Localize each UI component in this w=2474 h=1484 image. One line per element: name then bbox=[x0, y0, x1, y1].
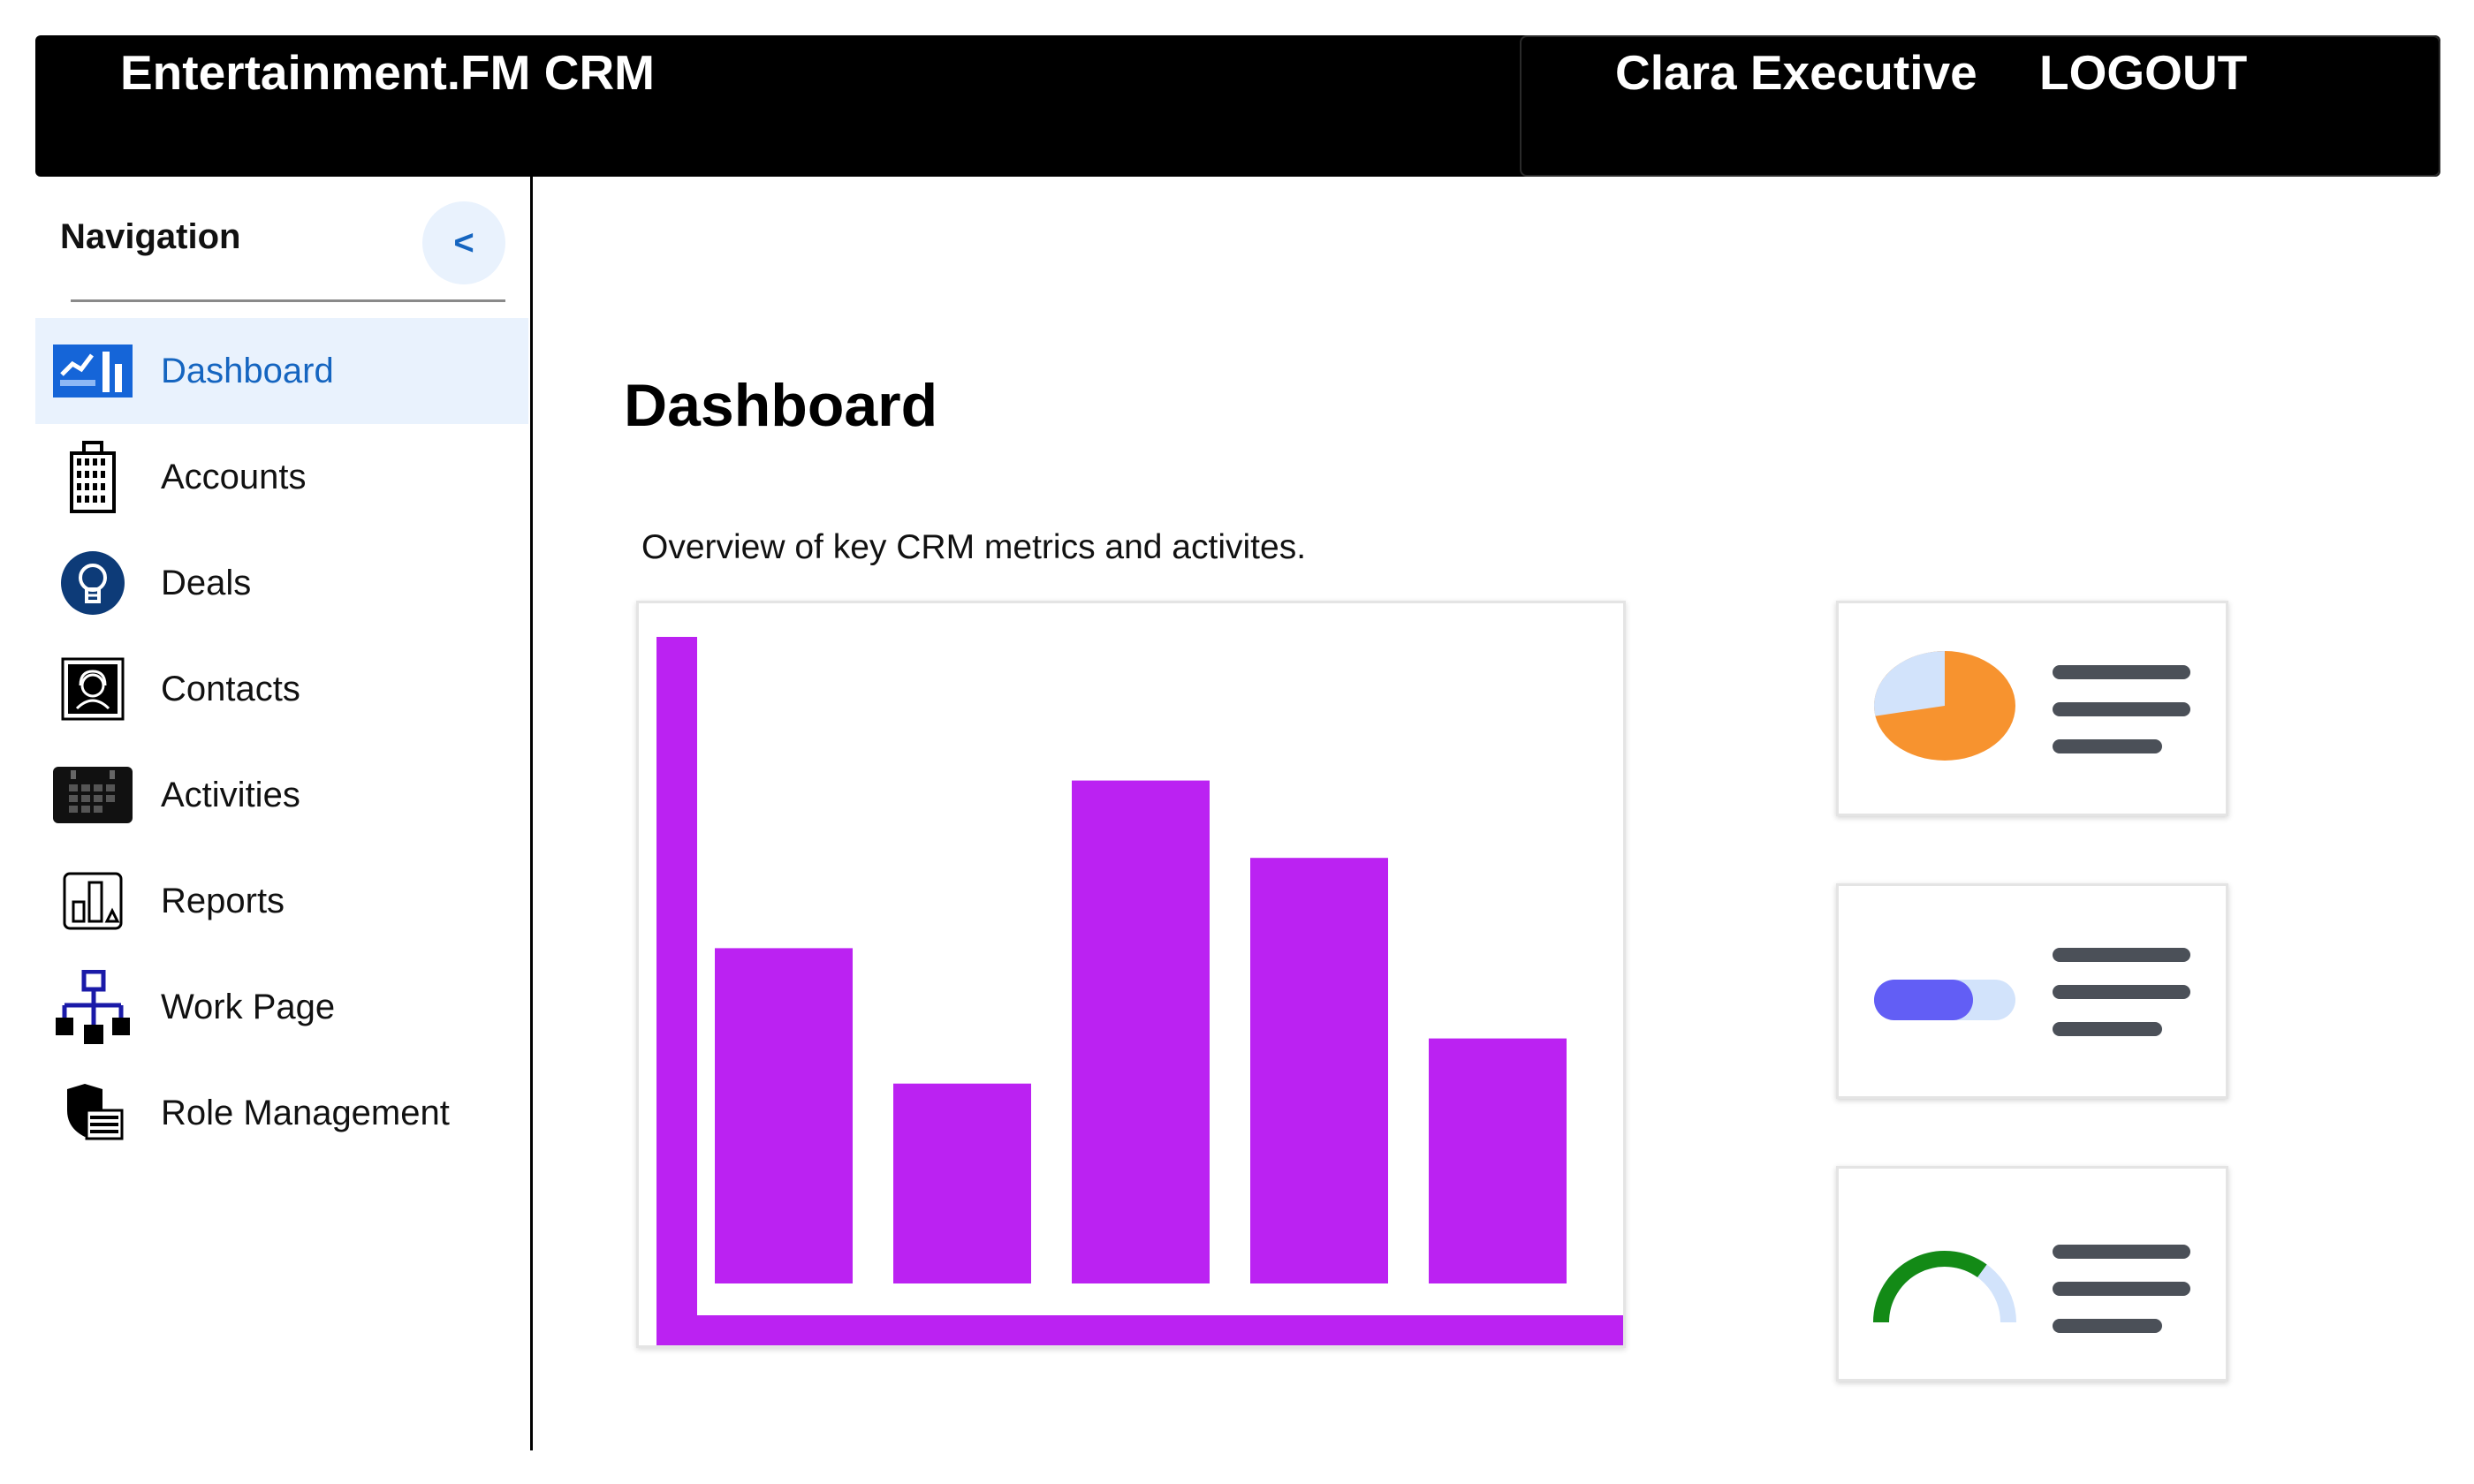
bar-chart bbox=[656, 637, 1623, 1345]
org-chart-icon bbox=[53, 967, 133, 1047]
sidebar-item-label: Deals bbox=[161, 563, 252, 602]
sidebar-item-label: Work Page bbox=[161, 987, 336, 1026]
chart-bar[interactable] bbox=[715, 948, 853, 1283]
progress-bar bbox=[1874, 980, 2015, 1020]
contact-headset-icon bbox=[53, 649, 133, 729]
sidebar-item-label: Reports bbox=[161, 881, 285, 920]
sidebar-item-label: Activities bbox=[161, 775, 300, 814]
chart-bar[interactable] bbox=[1072, 780, 1210, 1283]
chart-bar[interactable] bbox=[893, 1083, 1031, 1283]
calendar-icon bbox=[53, 755, 133, 835]
sidebar-item-activities[interactable]: Activities bbox=[35, 742, 528, 848]
user-name[interactable]: Clara Executive bbox=[1615, 44, 1977, 101]
sidebar-item-contacts[interactable]: Contacts bbox=[35, 636, 528, 742]
x-axis bbox=[656, 1315, 1623, 1345]
pie-chart-icon bbox=[1874, 651, 2015, 761]
dashboard-chart-icon bbox=[53, 331, 133, 411]
sidebar-item-label: Dashboard bbox=[161, 351, 334, 390]
bar-chart-card bbox=[636, 601, 1626, 1348]
sidebar-item-accounts[interactable]: Accounts bbox=[35, 424, 528, 530]
progress-widget[interactable] bbox=[1836, 883, 2228, 1099]
building-icon bbox=[53, 437, 133, 517]
sidebar-item-label: Accounts bbox=[161, 457, 307, 496]
collapse-sidebar-button[interactable]: < bbox=[422, 201, 505, 284]
sidebar-item-reports[interactable]: Reports bbox=[35, 848, 528, 954]
sidebar-item-work-page[interactable]: Work Page bbox=[35, 954, 528, 1060]
navigation-heading: Navigation bbox=[60, 217, 241, 256]
app-title: Entertainment.FM CRM bbox=[120, 45, 655, 100]
navigation-divider bbox=[71, 299, 505, 302]
sidebar-item-role-management[interactable]: Role Management bbox=[35, 1060, 528, 1166]
page-subtitle: Overview of key CRM metrics and activite… bbox=[641, 528, 1307, 566]
page-title: Dashboard bbox=[624, 372, 938, 439]
gauge-meter bbox=[1873, 1251, 2016, 1323]
chart-bar[interactable] bbox=[1250, 858, 1388, 1283]
sidebar-item-deals[interactable]: Deals bbox=[35, 530, 528, 636]
sidebar-item-label: Role Management bbox=[161, 1093, 450, 1132]
chart-bar[interactable] bbox=[1429, 1038, 1567, 1283]
shield-list-icon bbox=[53, 1073, 133, 1153]
report-icon bbox=[53, 861, 133, 941]
gauge-widget[interactable] bbox=[1836, 1166, 2228, 1382]
y-axis bbox=[656, 637, 697, 1345]
sidebar-divider bbox=[530, 177, 533, 1450]
sidebar-item-dashboard[interactable]: Dashboard bbox=[35, 318, 528, 424]
sidebar-item-label: Contacts bbox=[161, 669, 300, 708]
pie-chart-widget[interactable] bbox=[1836, 601, 2228, 816]
lightbulb-icon bbox=[53, 543, 133, 623]
logout-button[interactable]: LOGOUT bbox=[2039, 44, 2247, 101]
